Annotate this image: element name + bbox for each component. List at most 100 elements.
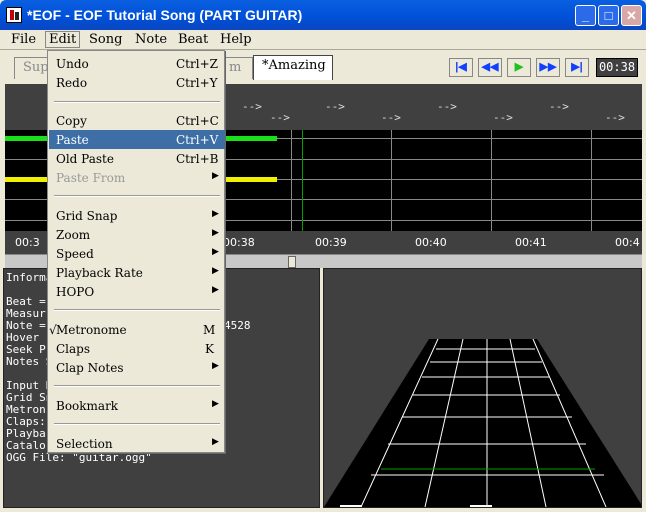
info-line: Informa [6,271,53,284]
menu-item-label: Paste [56,133,89,147]
menu-item-shortcut: M [203,323,216,337]
menu-item-grid-snap[interactable]: Grid Snap ▶ [49,206,225,225]
menu-item-label: Clap Notes [56,361,124,375]
time-label: 00:39 [315,236,347,249]
beat-line [491,130,492,231]
time-label: 00:40 [415,236,447,249]
title-bar: *EOF - EOF Tutorial Song (PART GUITAR) _… [0,0,646,30]
menu-item-label: Zoom [56,228,91,242]
menu-item-playback-rate[interactable]: Playback Rate ▶ [49,263,225,282]
menu-item-metronome[interactable]: √ Metronome M [49,320,225,339]
menu-item-shortcut: Ctrl+B [176,152,219,166]
menu-item-shortcut: Ctrl+C [176,114,219,128]
menu-separator [54,195,220,197]
menu-item-redo[interactable]: Redo Ctrl+Y [49,73,225,92]
fast-forward-button[interactable]: ▶▶ [536,58,560,77]
rewind-button[interactable]: ◀◀ [478,58,502,77]
menu-item-shortcut: Ctrl+V [176,133,219,147]
submenu-arrow-icon: ▶ [212,171,219,181]
menu-item-label: Speed [56,247,94,261]
tab-supaeasy[interactable]: Sup [14,57,50,79]
info-line: Notes S [6,355,53,368]
rewind-to-start-button[interactable]: |◀ [449,58,473,77]
menu-item-label: Copy [56,114,87,128]
time-display: 00:38 [596,58,638,77]
info-line-value: 4528 [224,319,251,332]
menu-item-label: Redo [56,76,88,90]
menu-item-label: Claps [56,342,91,356]
menu-item-speed[interactable]: Speed ▶ [49,244,225,263]
fretboard-preview [324,338,641,507]
forward-to-end-button[interactable]: ▶| [565,58,589,77]
3d-preview [323,268,642,508]
menu-item-label: Metronome [56,323,127,337]
menu-item-label: HOPO [56,285,95,299]
play-button[interactable]: ▶ [507,58,531,77]
menu-item-zoom[interactable]: Zoom ▶ [49,225,225,244]
window-title: *EOF - EOF Tutorial Song (PART GUITAR) [27,7,303,23]
menu-beat[interactable]: Beat [175,32,211,47]
minimize-button[interactable]: _ [575,5,596,26]
menu-item-old-paste[interactable]: Old Paste Ctrl+B [49,149,225,168]
menu-item-undo[interactable]: Undo Ctrl+Z [49,54,225,73]
menu-song[interactable]: Song [86,32,125,47]
menu-item-selection[interactable]: Selection ▶ [49,434,225,453]
submenu-arrow-icon: ▶ [212,209,219,219]
menu-item-clap-notes[interactable]: Clap Notes ▶ [49,358,225,377]
menu-item-shortcut: K [205,342,214,356]
submenu-arrow-icon: ▶ [212,399,219,409]
menu-item-label: Undo [56,57,89,71]
menu-item-label: Bookmark [56,399,119,413]
beat-arrow: --> [325,100,345,113]
beat-arrow: --> [549,100,569,113]
submenu-arrow-icon: ▶ [212,437,219,447]
beat-arrow: --> [270,111,290,124]
beat-line [291,130,292,231]
tab-amazing[interactable]: *Amazing [253,55,333,80]
menu-file[interactable]: File [8,32,39,47]
seek-marker [302,130,303,231]
submenu-arrow-icon: ▶ [212,228,219,238]
beat-line [391,130,392,231]
menu-item-paste[interactable]: Paste Ctrl+V [49,130,225,149]
menu-help[interactable]: Help [217,32,255,47]
submenu-arrow-icon: ▶ [212,247,219,257]
menu-separator [54,309,220,311]
time-label: 00:38 [223,236,255,249]
edit-menu-dropdown: Undo Ctrl+Z Redo Ctrl+Y Copy Ctrl+C Paste Ct… [47,50,225,453]
maximize-button[interactable]: □ [598,5,619,26]
menu-edit[interactable]: Edit [45,31,81,48]
menu-item-label: Paste From [56,171,126,185]
info-line: OGG File: "guitar.ogg" [6,451,152,464]
menu-item-shortcut: Ctrl+Y [176,76,218,90]
menu-note[interactable]: Note [132,32,170,47]
menu-item-label: Old Paste [56,152,114,166]
submenu-arrow-icon: ▶ [212,361,219,371]
menu-item-label: Selection [56,437,113,451]
close-button[interactable]: ✕ [621,5,642,26]
menu-item-bookmark[interactable]: Bookmark ▶ [49,396,225,415]
beat-arrow: --> [493,111,513,124]
submenu-arrow-icon: ▶ [212,266,219,276]
beat-arrow: --> [381,111,401,124]
beat-arrow: --> [437,100,457,113]
time-label: 00:41 [515,236,547,249]
scrollbar-thumb[interactable] [288,256,296,268]
menu-bar: File Edit Song Note Beat Help [0,30,646,50]
menu-item-claps[interactable]: Claps K [49,339,225,358]
submenu-arrow-icon: ▶ [212,285,219,295]
app-icon [6,7,22,23]
menu-item-hopo[interactable]: HOPO ▶ [49,282,225,301]
menu-item-shortcut: Ctrl+Z [176,57,218,71]
menu-item-copy[interactable]: Copy Ctrl+C [49,111,225,130]
time-label: 00:4 [615,236,640,249]
beat-arrow: --> [242,100,262,113]
menu-separator [54,385,220,387]
menu-item-label: Playback Rate [56,266,143,280]
beat-line [591,130,592,231]
menu-item-paste-from[interactable]: Paste From ▶ [49,168,225,187]
time-label: 00:3 [15,236,40,249]
menu-separator [54,423,220,425]
menu-item-label: Grid Snap [56,209,118,223]
beat-arrow: --> [605,111,625,124]
